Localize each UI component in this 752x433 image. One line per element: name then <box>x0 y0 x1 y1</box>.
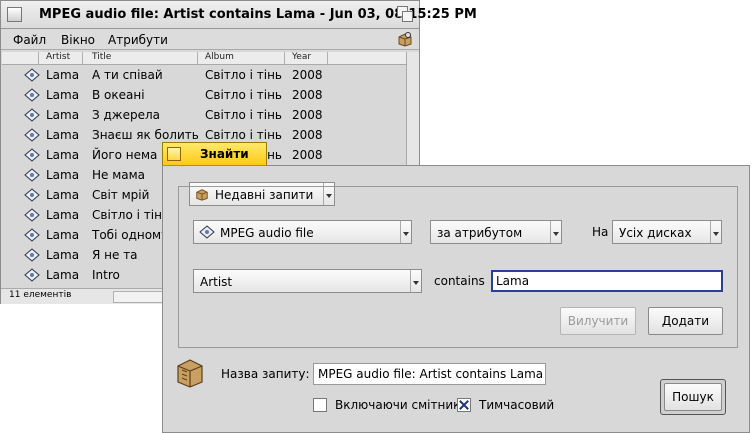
cell-album: Світло і тінь <box>205 108 282 122</box>
cell-artist: Lama <box>46 68 80 82</box>
audio-file-icon <box>24 208 40 222</box>
zoom-button[interactable] <box>397 6 413 22</box>
file-type-menu[interactable]: MPEG audio file <box>193 220 412 244</box>
cell-album: Світло і тінь <box>205 88 282 102</box>
cell-title: Intro <box>92 268 120 282</box>
add-button[interactable]: Додати <box>648 307 723 335</box>
cell-title: В океані <box>92 88 145 102</box>
include-trash-checkbox[interactable] <box>313 398 327 412</box>
query-name-label: Назва запиту: <box>221 367 310 381</box>
table-row[interactable]: Lama В океані Світло і тінь 2008 <box>2 85 418 105</box>
remove-button[interactable]: Вилучити <box>560 307 636 335</box>
cell-artist: Lama <box>46 208 80 222</box>
cell-year: 2008 <box>292 148 323 162</box>
volume-value: Усіх дисках <box>619 226 692 240</box>
cell-title: А ти співай <box>92 68 163 82</box>
temporary-label: Тимчасовий <box>479 398 555 412</box>
cell-album: Світло і тінь <box>205 68 282 82</box>
find-close-button[interactable] <box>167 147 181 161</box>
cell-title: Я не та <box>92 248 138 262</box>
chevron-down-icon <box>410 270 421 292</box>
search-mode-label: за атрибутом <box>437 226 523 240</box>
cell-title: Не мама <box>92 168 146 182</box>
find-window: Недавні запити MPEG audio file за атрибу… <box>162 165 750 433</box>
item-count: 11 елементів <box>9 290 72 300</box>
audio-file-icon <box>24 108 40 122</box>
volume-menu[interactable]: Усіх дисках <box>612 220 722 244</box>
find-window-tab[interactable]: Знайти <box>162 142 267 166</box>
audio-file-icon <box>24 68 40 82</box>
results-title-bar[interactable]: MPEG audio file: Artist contains Lama - … <box>1 1 477 29</box>
column-album[interactable]: Album <box>205 52 234 62</box>
temporary-checkbox[interactable] <box>457 398 471 412</box>
cell-artist: Lama <box>46 168 80 182</box>
cell-artist: Lama <box>46 228 80 242</box>
cell-artist: Lama <box>46 248 80 262</box>
audio-file-icon <box>24 88 40 102</box>
search-mode-menu[interactable]: за атрибутом <box>430 220 562 244</box>
audio-file-icon <box>24 168 40 182</box>
cell-year: 2008 <box>292 128 323 142</box>
audio-file-icon <box>24 148 40 162</box>
file-type-label: MPEG audio file <box>220 226 314 240</box>
cell-artist: Lama <box>46 128 80 142</box>
cell-title: Його нема <box>92 148 158 162</box>
audio-file-icon <box>24 188 40 202</box>
cell-year: 2008 <box>292 108 323 122</box>
chevron-down-icon <box>710 221 721 243</box>
column-header: Artist Title Album Year <box>2 52 418 65</box>
attribute-value-input[interactable]: Lama <box>491 270 723 292</box>
cell-title: З джерела <box>92 108 161 122</box>
cell-album: Світло і тінь <box>205 128 282 142</box>
table-row[interactable]: Lama А ти співай Світло і тінь 2008 <box>2 65 418 85</box>
audio-file-icon <box>24 268 40 282</box>
default-button-ring: Пошук <box>660 379 726 415</box>
cell-title: Світ мрій <box>92 188 150 202</box>
cell-year: 2008 <box>292 88 323 102</box>
column-title[interactable]: Title <box>92 52 111 62</box>
cell-artist: Lama <box>46 268 80 282</box>
include-trash-label: Включаючи смітник <box>335 398 461 412</box>
menu-attributes[interactable]: Атрибути <box>108 33 168 47</box>
cell-title: Тобі одному <box>92 228 169 242</box>
menu-window[interactable]: Вікно <box>61 33 95 47</box>
audio-file-icon <box>24 128 40 142</box>
cell-title: Знаєш як болить <box>92 128 199 142</box>
find-window-title: Знайти <box>200 147 249 161</box>
volume-label: На <box>592 225 609 239</box>
table-row[interactable]: Lama З джерела Світло і тінь 2008 <box>2 105 418 125</box>
query-box-icon[interactable] <box>397 31 413 47</box>
query-file-icon <box>177 359 203 388</box>
attribute-value: Artist <box>200 275 233 289</box>
cell-artist: Lama <box>46 148 80 162</box>
column-year[interactable]: Year <box>292 52 311 62</box>
query-name-input[interactable]: MPEG audio file: Artist contains Lama - … <box>313 363 546 385</box>
operator-label[interactable]: contains <box>434 274 485 288</box>
cell-year: 2008 <box>292 68 323 82</box>
cell-artist: Lama <box>46 88 80 102</box>
menu-bar: Файл Вікно Атрибути <box>1 30 419 50</box>
chevron-down-icon <box>550 221 561 243</box>
cell-title: Світло і тінь <box>92 208 169 222</box>
chevron-down-icon <box>400 221 411 243</box>
query-criteria-box: MPEG audio file за атрибутом На Усіх дис… <box>178 186 738 348</box>
close-button[interactable] <box>7 7 22 22</box>
audio-file-icon <box>24 248 40 262</box>
search-button[interactable]: Пошук <box>664 383 722 411</box>
audio-file-icon <box>24 228 40 242</box>
audio-file-icon <box>199 225 215 239</box>
column-artist[interactable]: Artist <box>46 52 70 62</box>
cell-artist: Lama <box>46 108 80 122</box>
attribute-menu[interactable]: Artist <box>193 269 422 293</box>
cell-artist: Lama <box>46 188 80 202</box>
menu-file[interactable]: Файл <box>13 33 46 47</box>
